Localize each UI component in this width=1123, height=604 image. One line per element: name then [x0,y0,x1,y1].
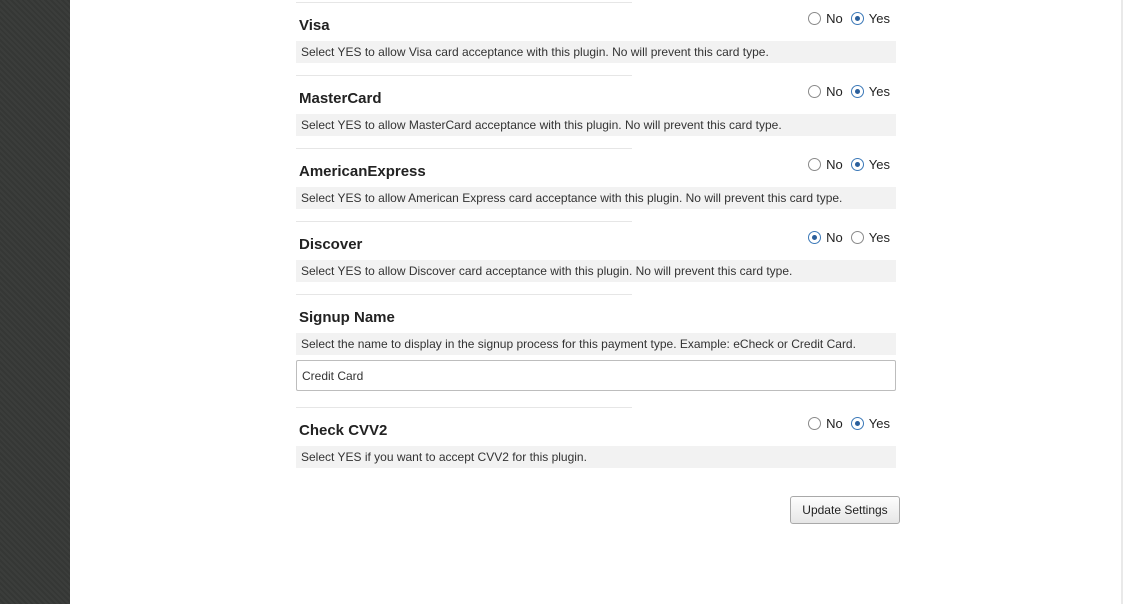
mastercard-yes-radio[interactable]: Yes [850,84,890,99]
setting-label: MasterCard [299,90,382,107]
setting-label: Visa [299,17,330,34]
radio-button-icon[interactable] [808,158,822,171]
radio-button-icon[interactable] [808,85,822,98]
radio-button-icon[interactable] [808,231,822,244]
radio-label: Yes [868,11,890,26]
divider [296,2,632,3]
setting-signup-name: Signup Name Select the name to display i… [296,294,896,392]
setting-description: Select YES if you want to accept CVV2 fo… [296,446,896,468]
setting-description: Select YES to allow Visa card acceptance… [296,41,896,63]
setting-label: AmericanExpress [299,163,426,180]
setting-visa: Visa No Yes Select YES to allow Visa car… [296,2,896,65]
setting-mastercard: MasterCard No Yes Select YES to allow Ma… [296,75,896,138]
setting-cvv2: Check CVV2 No Yes Select YES if you want… [296,407,896,470]
setting-description: Select the name to display in the signup… [296,333,896,355]
discover-no-radio[interactable]: No [808,230,843,245]
setting-description: Select YES to allow Discover card accept… [296,260,896,282]
divider [296,148,632,149]
radio-button-icon[interactable] [808,12,822,25]
mastercard-no-radio[interactable]: No [808,84,843,99]
amex-radio-group: No Yes [808,157,890,172]
radio-label: Yes [868,84,890,99]
amex-yes-radio[interactable]: Yes [850,157,890,172]
discover-radio-group: No Yes [808,230,890,245]
visa-yes-radio[interactable]: Yes [850,11,890,26]
setting-description: Select YES to allow American Express car… [296,187,896,209]
setting-label: Check CVV2 [299,422,388,439]
discover-yes-radio[interactable]: Yes [850,230,890,245]
setting-label: Signup Name [299,309,395,326]
update-settings-button[interactable]: Update Settings [790,496,900,524]
cvv2-radio-group: No Yes [808,416,890,431]
divider [296,75,632,76]
radio-label: No [826,230,843,245]
radio-label: Yes [868,157,890,172]
radio-label: Yes [868,230,890,245]
mastercard-radio-group: No Yes [808,84,890,99]
visa-radio-group: No Yes [808,11,890,26]
setting-label: Discover [299,236,363,253]
radio-label: Yes [868,416,890,431]
radio-button-icon[interactable] [850,85,864,98]
cvv2-no-radio[interactable]: No [808,416,843,431]
radio-label: No [826,416,843,431]
radio-button-icon[interactable] [850,158,864,171]
radio-button-icon[interactable] [808,417,822,430]
setting-description: Select YES to allow MasterCard acceptanc… [296,114,896,136]
divider [296,221,632,222]
divider [296,407,632,408]
cvv2-yes-radio[interactable]: Yes [850,416,890,431]
radio-label: No [826,157,843,172]
radio-button-icon[interactable] [850,231,864,244]
amex-no-radio[interactable]: No [808,157,843,172]
setting-amex: AmericanExpress No Yes Select YES to all… [296,148,896,211]
radio-label: No [826,84,843,99]
radio-button-icon[interactable] [850,417,864,430]
setting-discover: Discover No Yes Select YES to allow Disc… [296,221,896,284]
divider [296,294,632,295]
visa-no-radio[interactable]: No [808,11,843,26]
left-sidebar-rail [0,0,70,604]
radio-button-icon[interactable] [850,12,864,25]
radio-label: No [826,11,843,26]
signup-name-input[interactable] [296,360,896,391]
